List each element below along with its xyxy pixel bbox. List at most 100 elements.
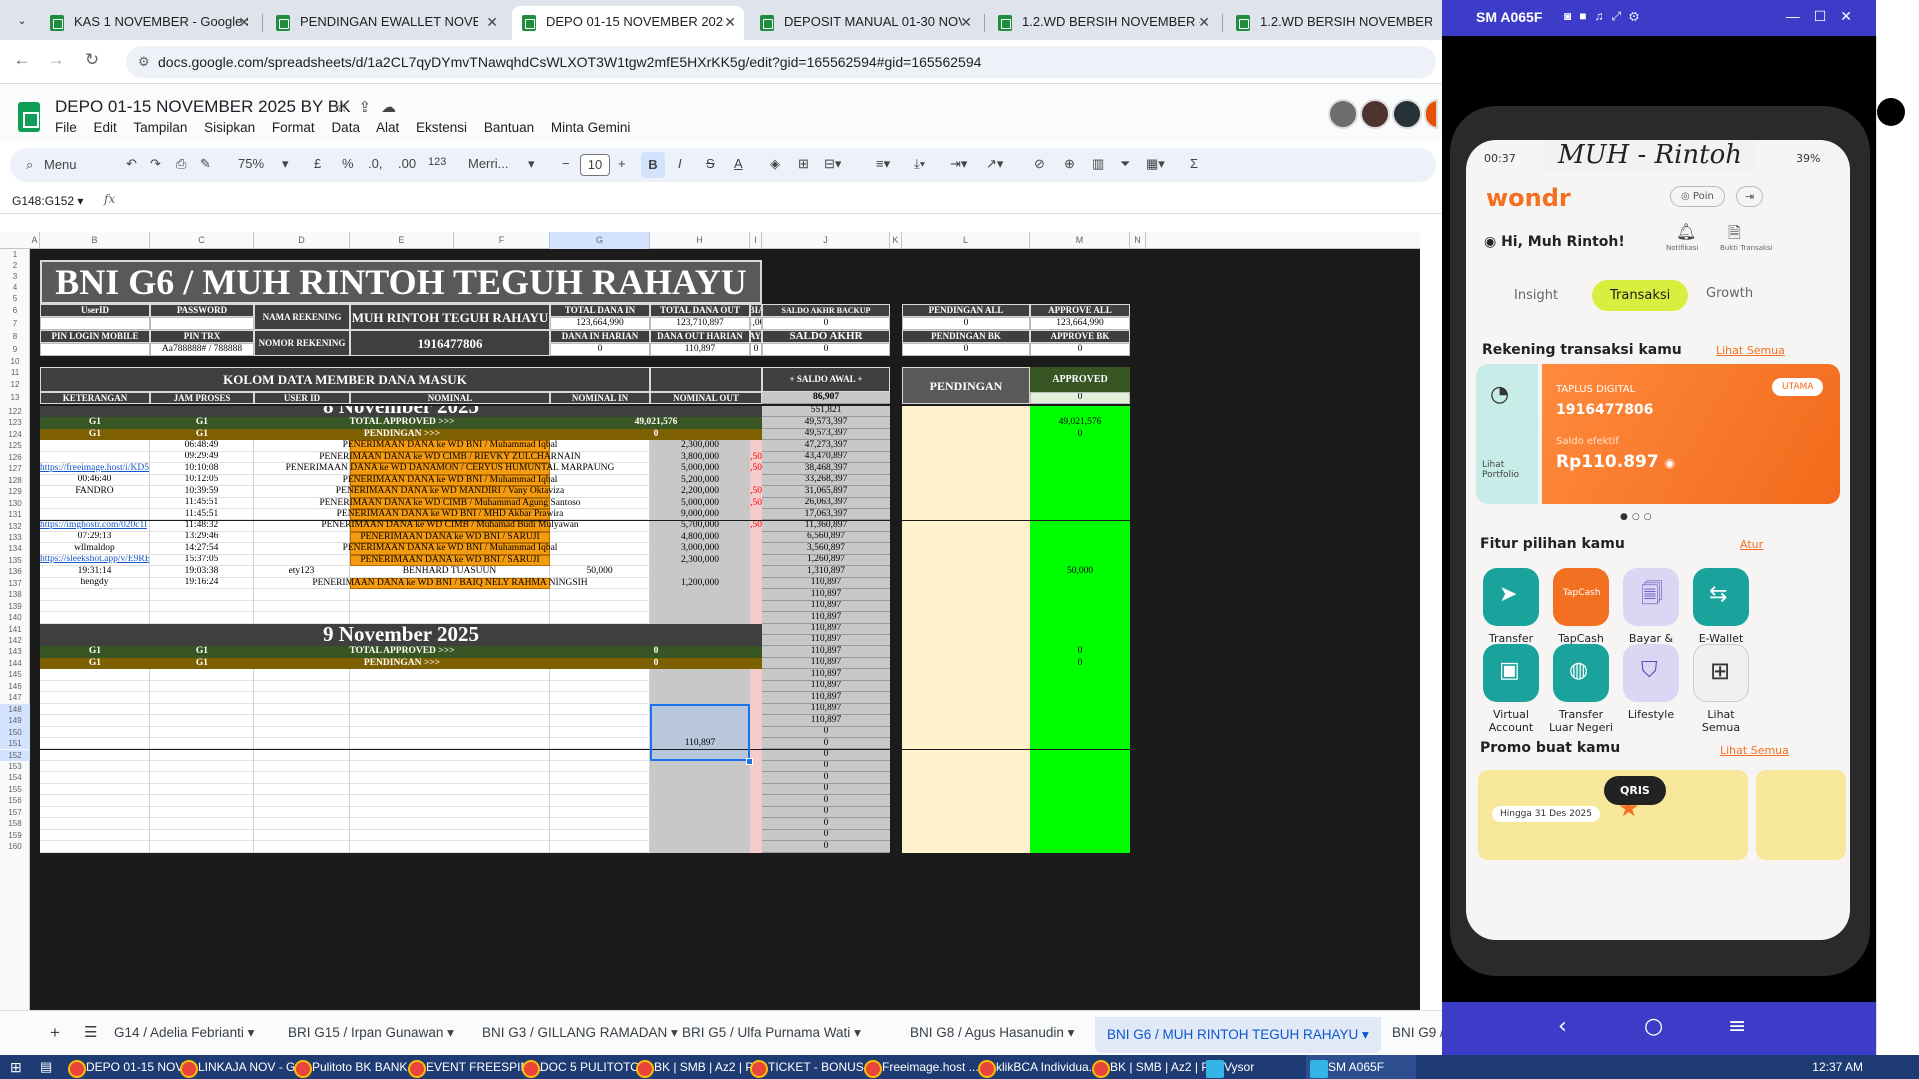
fee-cell[interactable] xyxy=(750,726,762,739)
menu-format[interactable]: Format xyxy=(272,120,315,135)
cell[interactable] xyxy=(40,818,150,830)
close-tab-icon[interactable]: ✕ xyxy=(960,6,972,38)
pending-cell[interactable] xyxy=(902,715,1030,727)
menu-data[interactable]: Data xyxy=(331,120,360,135)
menu-tools[interactable]: Alat xyxy=(376,120,399,135)
cell[interactable] xyxy=(550,726,650,739)
sheet-tab[interactable]: BRI G15 / Irpan Gunawan ▾ xyxy=(288,1025,454,1041)
approved-cell[interactable] xyxy=(1030,520,1130,532)
cell[interactable] xyxy=(550,715,650,727)
total-approved-value[interactable]: 0 xyxy=(550,646,762,658)
nominal-cell[interactable]: PENERIMAAN DANA ke WD DANAMON / CERYUS H… xyxy=(286,463,614,475)
approved-cell[interactable] xyxy=(1030,474,1130,487)
nominal-in-cell[interactable] xyxy=(550,486,650,498)
col-keterangan[interactable]: KETERANGAN xyxy=(40,392,150,404)
nominal-out-cell[interactable] xyxy=(650,829,750,842)
jam-cell[interactable]: 11:48:32 xyxy=(150,520,254,532)
approved-cell[interactable] xyxy=(1030,680,1130,693)
bell-icon[interactable]: 🔔︎ xyxy=(1676,222,1696,241)
camera-icon[interactable]: ◙ xyxy=(1564,9,1579,23)
link-icon[interactable]: ⊘ xyxy=(1034,156,1045,172)
nama-rekening-value[interactable]: MUH RINTOH TEGUH RAHAYU xyxy=(350,304,550,330)
pending-cell[interactable] xyxy=(902,428,1030,441)
paint-format-icon[interactable]: ✎ xyxy=(200,156,211,172)
taskbar-item[interactable]: BK | SMB | Az2 | P... xyxy=(632,1055,762,1079)
cell[interactable] xyxy=(550,612,650,624)
row-header[interactable]: 127 xyxy=(0,463,30,474)
row-header[interactable]: 158 xyxy=(0,818,30,829)
keterangan-cell[interactable]: 19:31:14 xyxy=(40,566,150,578)
selected-cell[interactable] xyxy=(650,749,750,761)
cell[interactable] xyxy=(40,806,150,819)
saldo-cell[interactable]: 0 xyxy=(762,795,890,807)
saldo-cell[interactable]: 1,260,897 xyxy=(762,554,890,567)
cell[interactable] xyxy=(40,829,150,842)
filter-icon[interactable]: ⏷ xyxy=(1120,156,1130,172)
pending-cell[interactable] xyxy=(902,680,1030,693)
reload-icon[interactable]: ↻ xyxy=(80,50,104,70)
fee-cell[interactable]: 2,500 xyxy=(750,451,762,464)
number-format-button[interactable]: 123 xyxy=(428,156,446,168)
keterangan-cell[interactable] xyxy=(40,497,150,510)
approved-cell[interactable] xyxy=(1030,635,1130,647)
row-header[interactable]: 1 xyxy=(0,249,30,260)
nominal-cell[interactable]: PENERIMAAN DANA ke WD BNI / BAIQ NELY RA… xyxy=(312,577,588,590)
spreadsheet-grid[interactable]: ABCDEFGHIJKLMN 1 2 3 4 5 6 7 8 9 10 11 12 13 122 123 12… xyxy=(0,232,1420,1010)
saldo-cell[interactable]: 3,560,897 xyxy=(762,543,890,555)
all-sheets-icon[interactable]: ☰ xyxy=(84,1023,97,1041)
filter-views-icon[interactable]: ▦▾ xyxy=(1146,156,1165,172)
cell[interactable] xyxy=(40,795,150,807)
avatar[interactable] xyxy=(1392,99,1422,129)
tab-transaksi[interactable]: Transaksi xyxy=(1592,280,1689,311)
approved-cell[interactable] xyxy=(1030,451,1130,464)
start-icon[interactable]: ⊞ xyxy=(10,1055,22,1079)
borders-icon[interactable]: ⊞ xyxy=(798,156,809,172)
keterangan-cell[interactable] xyxy=(40,451,150,464)
cell[interactable] xyxy=(650,600,750,613)
pending-cell[interactable] xyxy=(902,772,1030,784)
saldo-cell[interactable]: 551,821 xyxy=(762,406,890,418)
approved-cell[interactable] xyxy=(1030,669,1130,681)
row-header[interactable]: 2 xyxy=(0,260,30,271)
close-tab-icon[interactable]: ✕ xyxy=(1198,6,1210,38)
approved-cell[interactable] xyxy=(1030,554,1130,567)
col-nominal[interactable]: NOMINAL xyxy=(350,392,550,404)
group-label[interactable]: G1 xyxy=(40,428,150,441)
pendingan-value[interactable]: 0 xyxy=(550,657,762,670)
row-header[interactable]: 133 xyxy=(0,532,30,543)
cell[interactable] xyxy=(254,749,350,761)
pending-cell[interactable] xyxy=(902,726,1030,739)
fee-cell[interactable]: 2,500 xyxy=(750,486,762,498)
star-icon[interactable]: ☆ xyxy=(335,99,358,116)
cell[interactable] xyxy=(254,703,350,716)
pending-cell[interactable] xyxy=(902,531,1030,544)
fee-cell[interactable] xyxy=(750,703,762,716)
cell[interactable] xyxy=(40,772,150,784)
font-size-input[interactable]: 10 xyxy=(580,154,610,176)
qris-button[interactable]: QRIS xyxy=(1604,776,1666,805)
nominal-in-cell[interactable] xyxy=(550,440,650,452)
sheets-logo-icon[interactable] xyxy=(18,102,40,132)
browser-tab[interactable]: PENDINGAN EWALLET NOVEM ✕ xyxy=(266,6,506,40)
header-out-harian[interactable]: DANA OUT HARIAN xyxy=(650,330,750,343)
cell[interactable] xyxy=(150,783,254,796)
userid-cell[interactable] xyxy=(254,474,350,487)
col-user-id[interactable]: USER ID xyxy=(254,392,350,404)
avatar[interactable] xyxy=(1328,99,1358,129)
header-pin-login[interactable]: PIN LOGIN MOBILE xyxy=(40,330,150,343)
browser-tab[interactable]: DEPOSIT MANUAL 01-30 NOVE ✕ xyxy=(750,6,980,40)
zoom-select[interactable]: 75% xyxy=(238,156,264,171)
pending-cell[interactable] xyxy=(902,486,1030,498)
nav-home-icon[interactable]: ○ xyxy=(1644,1014,1663,1039)
row-header[interactable]: 131 xyxy=(0,509,30,520)
cell[interactable] xyxy=(750,612,762,624)
saldo-cell[interactable]: 38,468,397 xyxy=(762,463,890,475)
close-tab-icon[interactable]: ✕ xyxy=(486,6,498,38)
fee-cell[interactable] xyxy=(750,715,762,727)
cell[interactable] xyxy=(254,612,350,624)
cell[interactable] xyxy=(350,612,550,624)
cell[interactable] xyxy=(254,669,350,681)
header-saldo-akhr[interactable]: SALDO AKHR xyxy=(762,330,890,343)
cell[interactable] xyxy=(750,589,762,601)
saldo-cell[interactable]: 110,897 xyxy=(762,600,890,613)
